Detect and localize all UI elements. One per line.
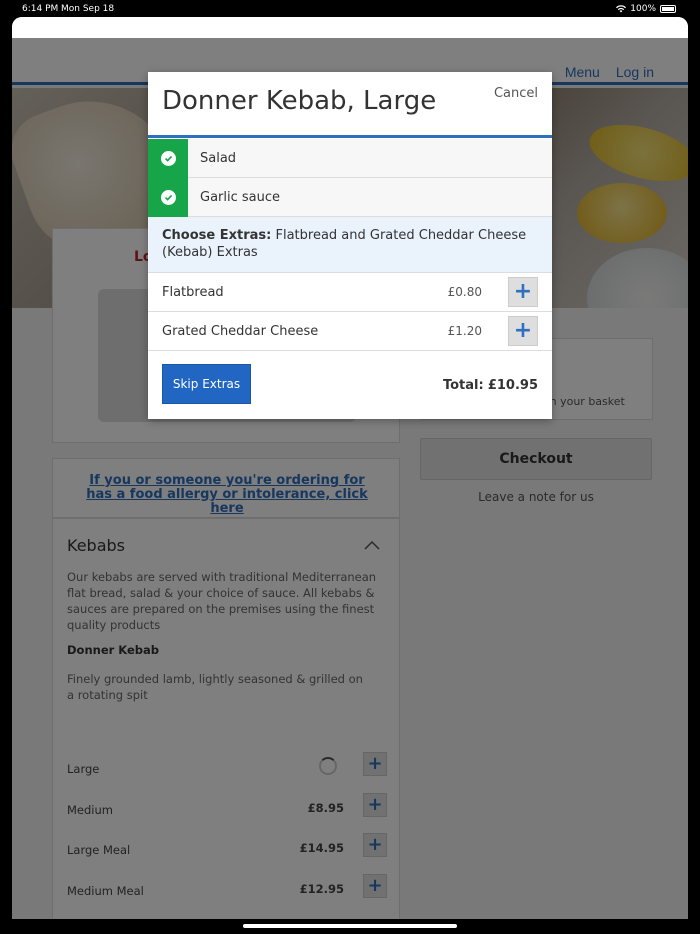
total-label: Total: [442,378,484,393]
check-icon [148,178,188,217]
status-date: Mon Sep 18 [61,4,115,14]
order-total: Total: £10.95 [443,378,538,393]
choice-label: Salad [200,151,237,166]
status-time: 6:14 PM [22,4,59,14]
extra-price: £1.20 [447,324,482,338]
status-bar: 6:14 PM Mon Sep 18 100% [0,0,700,17]
extra-label: Flatbread [162,285,224,300]
extras-heading-bold: Choose Extras: [162,228,272,243]
title-divider [148,135,552,138]
skip-extras-button[interactable]: Skip Extras [162,364,251,404]
wifi-icon [616,5,627,13]
selected-choice-row[interactable]: Salad [148,139,552,178]
status-right: 100% [616,4,676,14]
extra-price: £0.80 [447,285,482,299]
browser-bar [12,17,688,38]
device-screen: Menu Log in Lo There are no items in you… [12,17,688,919]
choice-label: Garlic sauce [200,190,281,205]
extras-modal: Donner Kebab, Large Cancel Salad Garlic … [148,72,552,419]
extra-label: Grated Cheddar Cheese [162,324,319,339]
add-extra-button[interactable]: + [508,277,538,307]
add-extra-button[interactable]: + [508,316,538,346]
extra-row: Flatbread £0.80 + [148,273,552,312]
battery-icon [660,5,676,13]
extras-heading: Choose Extras: Flatbread and Grated Ched… [148,217,552,273]
battery-percent: 100% [630,4,656,14]
home-indicator[interactable] [243,924,457,928]
web-page: Menu Log in Lo There are no items in you… [12,38,688,919]
total-value: £10.95 [487,378,538,393]
modal-title: Donner Kebab, Large [162,86,437,116]
extra-row: Grated Cheddar Cheese £1.20 + [148,312,552,351]
selected-choice-row[interactable]: Garlic sauce [148,178,552,217]
check-icon [148,139,188,178]
cancel-button[interactable]: Cancel [494,86,538,101]
